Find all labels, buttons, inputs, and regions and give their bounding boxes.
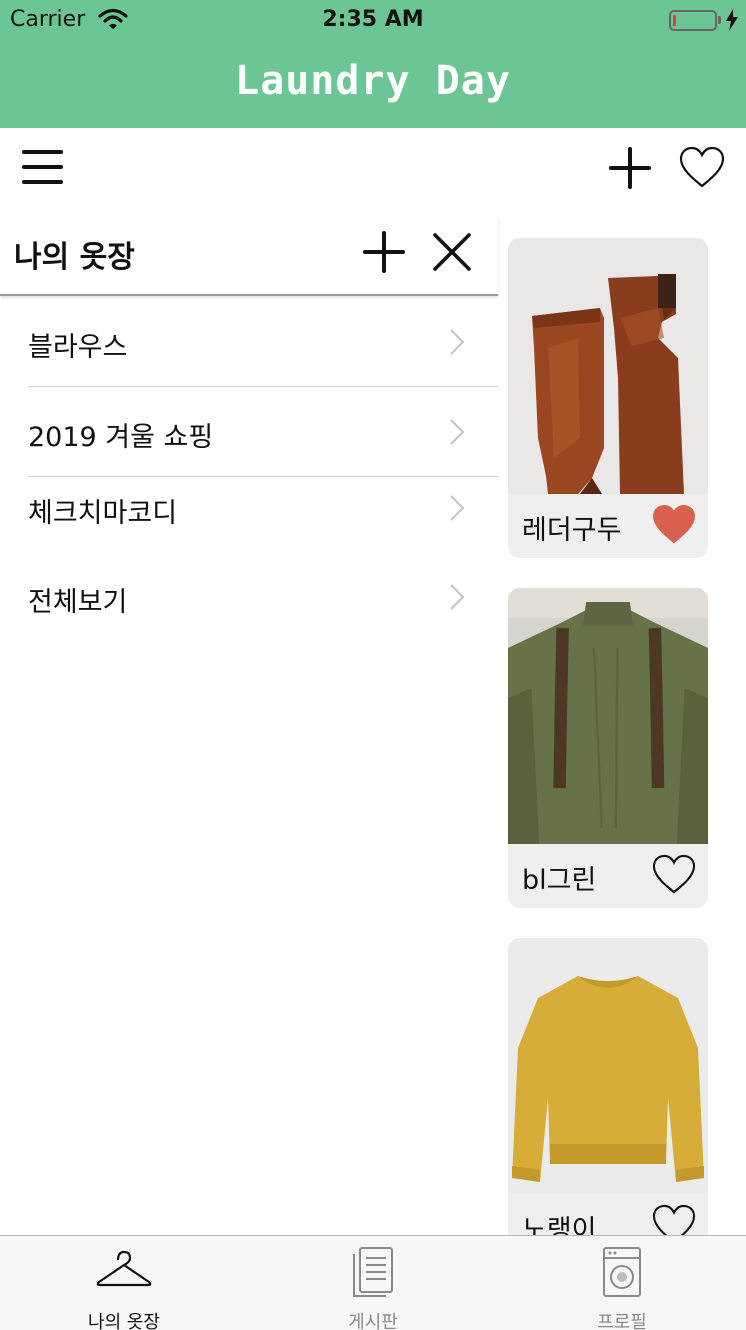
clothing-card-footer: 레더구두 xyxy=(508,494,708,558)
clothing-name: 노랭이 xyxy=(522,1215,597,1235)
favorites-heart-icon[interactable] xyxy=(679,146,725,190)
battery-tip xyxy=(718,16,721,24)
clothing-name: bl그린 xyxy=(522,865,597,896)
folder-item-view-all[interactable]: 전체보기 xyxy=(28,566,498,656)
document-list-icon xyxy=(353,1247,393,1297)
folder-list: 블라우스 2019 겨울 쇼핑 체크치마코디 전체보기 xyxy=(28,297,498,656)
clothing-card[interactable]: 노랭이 xyxy=(508,938,708,1235)
folder-label: 블라우스 xyxy=(28,332,128,363)
folder-item-2019-winter-shopping[interactable]: 2019 겨울 쇼핑 xyxy=(28,387,498,477)
hanger-icon xyxy=(96,1250,152,1287)
closet-panel-header: 나의 옷장 xyxy=(0,218,498,296)
clothing-card[interactable]: 레더구두 xyxy=(508,238,708,558)
olive-green-blouse-image xyxy=(508,588,708,844)
closet-panel-title: 나의 옷장 xyxy=(14,240,135,275)
tab-label: 게시판 xyxy=(348,1312,398,1330)
tab-bar: 나의 옷장 게시판 프로필 xyxy=(0,1235,746,1330)
tab-profile[interactable]: 프로필 xyxy=(498,1236,746,1330)
yellow-knit-sweater-image xyxy=(508,938,708,1194)
folder-item-check-skirt-coordi[interactable]: 체크치마코디 xyxy=(28,477,498,566)
tab-board[interactable]: 게시판 xyxy=(249,1236,497,1330)
add-folder-button[interactable] xyxy=(362,230,406,274)
status-bar: Carrier 2:35 AM xyxy=(0,0,746,40)
closet-panel: 나의 옷장 블라우스 2019 겨울 쇼핑 체크치마코디 전체보기 xyxy=(0,218,498,1235)
folder-label: 체크치마코디 xyxy=(28,498,178,529)
status-time: 2:35 AM xyxy=(322,7,424,32)
chevron-right-icon xyxy=(450,419,465,445)
tab-my-closet[interactable]: 나의 옷장 xyxy=(0,1236,248,1330)
clothing-card-footer: bl그린 xyxy=(508,844,708,908)
charging-bolt-icon xyxy=(726,9,738,31)
heart-filled-icon[interactable] xyxy=(652,504,696,546)
clothing-card-footer: 노랭이 xyxy=(508,1194,708,1235)
app-header: Carrier 2:35 AM Laundry Day xyxy=(0,0,746,128)
tab-label: 나의 옷장 xyxy=(88,1312,160,1330)
clothing-card[interactable]: bl그린 xyxy=(508,588,708,908)
folder-item-blouse[interactable]: 블라우스 xyxy=(28,297,498,387)
folder-label: 2019 겨울 쇼핑 xyxy=(28,422,214,453)
add-item-button[interactable] xyxy=(608,146,652,190)
clothing-grid: 레더구두 bl그린 노랭이 xyxy=(508,238,708,1235)
chevron-right-icon xyxy=(450,584,465,610)
heart-outline-icon[interactable] xyxy=(652,854,696,896)
brown-leather-boots-image xyxy=(508,238,708,494)
hamburger-menu-icon[interactable] xyxy=(22,150,63,186)
chevron-right-icon xyxy=(450,495,465,521)
chevron-right-icon xyxy=(450,329,465,355)
clothing-name: 레더구두 xyxy=(522,515,622,546)
app-title: Laundry Day xyxy=(235,58,511,104)
tab-label: 프로필 xyxy=(597,1312,647,1330)
washing-machine-icon xyxy=(603,1247,641,1297)
folder-label: 전체보기 xyxy=(28,587,128,618)
battery-low-icon xyxy=(669,10,717,31)
close-panel-button[interactable] xyxy=(430,230,474,274)
heart-outline-icon[interactable] xyxy=(652,1204,696,1235)
